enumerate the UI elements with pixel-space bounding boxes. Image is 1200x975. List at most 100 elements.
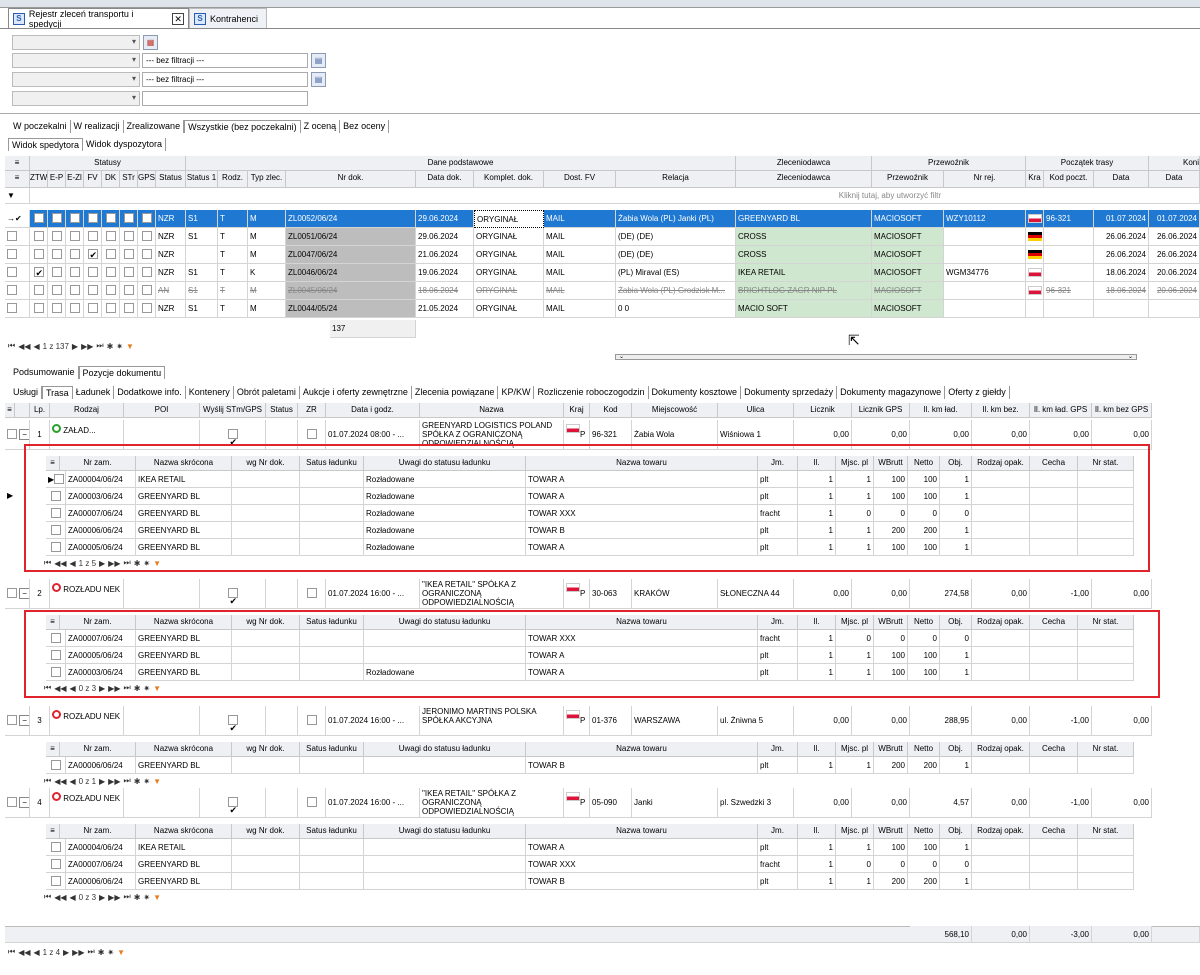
cell-dost[interactable]: MAIL xyxy=(544,228,616,246)
item-header-nrstat[interactable]: Nr stat. xyxy=(1078,456,1134,471)
item-wg[interactable] xyxy=(232,839,300,856)
item-header-jm[interactable]: Jm. xyxy=(758,742,798,757)
item-header-satus[interactable]: Satus ładunku xyxy=(300,615,364,630)
item-towar[interactable]: TOWAR B xyxy=(526,522,758,539)
row-checkbox[interactable]: − xyxy=(5,706,30,736)
checkbox-dk[interactable] xyxy=(102,300,120,318)
item-nr[interactable]: ZA00007/06/24 xyxy=(66,630,136,647)
item-il[interactable]: 1 xyxy=(798,839,836,856)
checkbox-gps[interactable] xyxy=(138,300,156,318)
item-header-opak[interactable]: Rodzaj opak. xyxy=(972,615,1030,630)
item-netto[interactable]: 0 xyxy=(908,630,940,647)
item-nazwa[interactable]: GREENYARD BL xyxy=(136,757,232,774)
filter-combo-1[interactable]: ▾ xyxy=(12,53,140,68)
item-nr[interactable]: ZA00006/06/24 xyxy=(66,757,136,774)
checkbox-ezl[interactable] xyxy=(66,246,84,264)
cell-status1[interactable]: S1 xyxy=(186,282,218,300)
item-nrstat[interactable] xyxy=(1078,505,1134,522)
stop-licznik[interactable]: 0,00 xyxy=(794,420,852,450)
tab-lowerTabs-1[interactable]: Pozycje dokumentu xyxy=(78,366,166,379)
item-wg[interactable] xyxy=(232,664,300,681)
item-header-wbrut[interactable]: WBrutt xyxy=(874,742,908,757)
item-checkbox[interactable] xyxy=(46,664,66,681)
item-header-jm[interactable]: Jm. xyxy=(758,456,798,471)
item-header-opak[interactable]: Rodzaj opak. xyxy=(972,742,1030,757)
item-uwagi[interactable]: Rozładowane xyxy=(364,664,526,681)
row-selector[interactable] xyxy=(5,264,30,282)
filter-icon[interactable]: ▼ xyxy=(153,559,161,568)
cell-przew[interactable]: MACIOSOFT xyxy=(872,210,944,228)
cell-zlec[interactable]: MACIO SOFT xyxy=(736,300,872,318)
cell-typ[interactable]: K xyxy=(248,264,286,282)
item-nr[interactable]: ZA00006/06/24 xyxy=(66,522,136,539)
cell-data3[interactable] xyxy=(1149,300,1200,318)
item-il[interactable]: 1 xyxy=(798,757,836,774)
nav-button[interactable]: ▶▶ xyxy=(72,948,84,957)
item-nrstat[interactable] xyxy=(1078,757,1134,774)
stop-ilkmbez[interactable]: 0,00 xyxy=(972,579,1030,609)
checkbox-dk[interactable] xyxy=(102,210,120,228)
item-netto[interactable]: 100 xyxy=(908,539,940,556)
nav-button[interactable]: ⏭ xyxy=(96,341,103,351)
stop-ilkm[interactable]: 274,58 xyxy=(910,579,972,609)
tab-docTabs-11[interactable]: Dokumenty sprzedaży xyxy=(741,386,838,399)
cell-relacja[interactable]: Żabia Wola (PL) Janki (PL) xyxy=(616,210,736,228)
stop-ilkmbezgps[interactable]: 0,00 xyxy=(1092,420,1152,450)
cell-relacja[interactable]: 0 0 xyxy=(616,300,736,318)
item-header-menu[interactable]: ≡ xyxy=(46,742,60,757)
row-selector[interactable] xyxy=(5,282,30,300)
cell-rodz[interactable]: T xyxy=(218,264,248,282)
item-opak[interactable] xyxy=(972,522,1030,539)
route-header-rodzaj[interactable]: Rodzaj xyxy=(50,403,124,418)
checkbox-fv[interactable] xyxy=(84,282,102,300)
stop-ilkmgps[interactable]: -1,00 xyxy=(1030,706,1092,736)
item-mjsc[interactable]: 0 xyxy=(836,630,874,647)
cell-typ[interactable]: M xyxy=(248,210,286,228)
column-header-fv[interactable]: FV xyxy=(84,171,102,188)
cell-kod[interactable] xyxy=(1044,300,1094,318)
item-header-satus[interactable]: Satus ładunku xyxy=(300,824,364,839)
splitter[interactable]: ⌄ ⌄ xyxy=(615,354,1137,360)
item-nazwa[interactable]: IKEA RETAIL xyxy=(136,471,232,488)
checkbox-str[interactable] xyxy=(120,264,138,282)
column-header-kod[interactable]: Kod poczt. xyxy=(1044,171,1094,188)
checkbox-ezl[interactable] xyxy=(66,228,84,246)
tab-docTabs-4[interactable]: Kontenery xyxy=(186,386,234,399)
checkbox-ezl[interactable] xyxy=(66,300,84,318)
item-header-netto[interactable]: Netto xyxy=(908,824,940,839)
item-wbrut[interactable]: 100 xyxy=(874,664,908,681)
item-checkbox[interactable] xyxy=(46,873,66,890)
stop-city[interactable]: Żabia Wola xyxy=(632,420,718,450)
stop-country[interactable]: P xyxy=(564,579,590,609)
nav-button[interactable]: ⏭ xyxy=(123,683,130,693)
nav-button[interactable]: ✷ xyxy=(116,342,123,351)
route-header-ilkmbez[interactable]: Il. km bez. xyxy=(972,403,1030,418)
tab-statusTabs-4[interactable]: Z oceną xyxy=(301,120,341,133)
checkbox-ztw[interactable] xyxy=(30,210,48,228)
filter-combo-2[interactable]: ▾ xyxy=(12,72,140,87)
item-uwagi[interactable]: Rozładowane xyxy=(364,539,526,556)
item-header-obj[interactable]: Obj. xyxy=(940,824,972,839)
item-mjsc[interactable]: 1 xyxy=(836,647,874,664)
item-header-il[interactable]: Il. xyxy=(798,456,836,471)
nav-button[interactable]: ✷ xyxy=(107,948,114,957)
cell-relacja[interactable]: (PL) Miraval (ES) xyxy=(616,264,736,282)
item-opak[interactable] xyxy=(972,873,1030,890)
cell-typ[interactable]: M xyxy=(248,300,286,318)
item-obj[interactable]: 1 xyxy=(940,539,972,556)
cell-data2[interactable]: 18.06.2024 xyxy=(1094,282,1149,300)
item-checkbox[interactable] xyxy=(46,839,66,856)
item-obj[interactable]: 1 xyxy=(940,471,972,488)
route-header-ilkmgps[interactable]: Il. km ład. GPS xyxy=(1030,403,1092,418)
cell-data3[interactable]: 26.06.2024 xyxy=(1149,246,1200,264)
cell-dost[interactable]: MAIL xyxy=(544,264,616,282)
item-netto[interactable]: 100 xyxy=(908,839,940,856)
item-header-wg[interactable]: wg Nr dok. xyxy=(232,615,300,630)
checkbox-gps[interactable] xyxy=(138,210,156,228)
item-jm[interactable]: plt xyxy=(758,488,798,505)
stop-datetime[interactable]: 01.07.2024 16:00 - ... xyxy=(326,579,420,609)
item-uwagi[interactable]: Rozładowane xyxy=(364,505,526,522)
checkbox-ep[interactable] xyxy=(48,228,66,246)
nav-button[interactable]: ▶ xyxy=(99,559,105,568)
tab-docTabs-0[interactable]: Usługi xyxy=(10,386,43,399)
